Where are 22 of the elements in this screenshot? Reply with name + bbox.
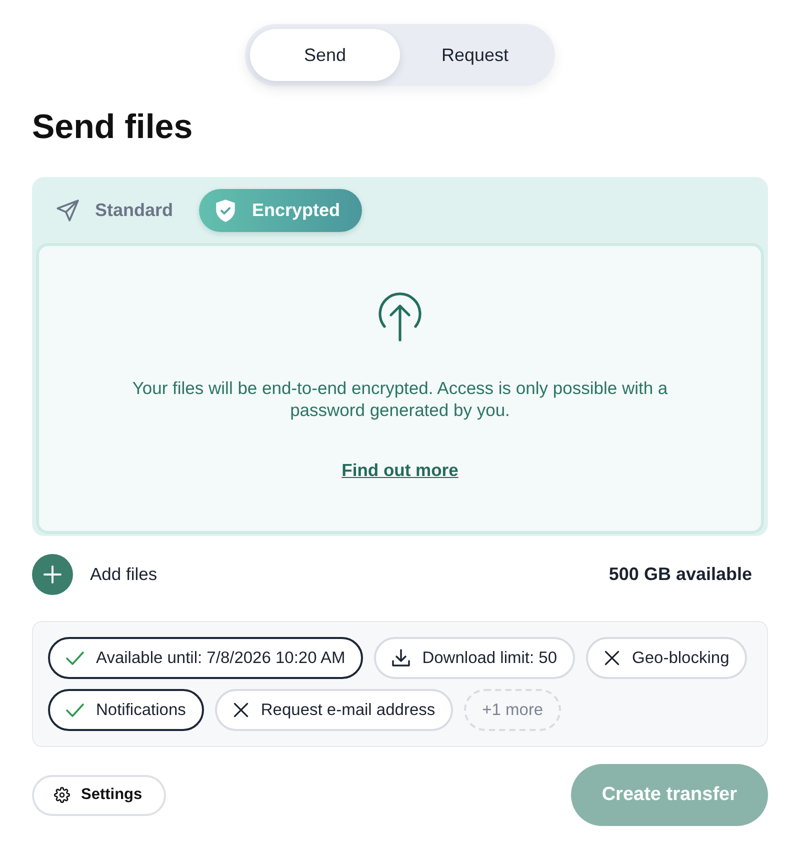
page-title: Send files xyxy=(32,108,194,146)
settings-button[interactable]: Settings xyxy=(32,774,166,816)
option-chip[interactable]: Download limit: 50 xyxy=(374,637,576,679)
plus-icon xyxy=(32,554,73,595)
transfer-type-tab[interactable]: Standard xyxy=(36,188,192,232)
storage-available-text: 500 GB available xyxy=(608,563,752,586)
add-files-button[interactable]: Add files xyxy=(32,554,158,595)
more-options-chip[interactable]: +1 more xyxy=(464,689,562,731)
paper-plane-icon xyxy=(55,198,80,222)
cross-icon xyxy=(603,649,622,667)
mode-tab[interactable]: Request xyxy=(400,29,550,81)
download-icon xyxy=(391,648,412,668)
option-chip[interactable]: Available until: 7/8/2026 10:20 AM xyxy=(48,637,364,679)
option-chip[interactable]: Notifications xyxy=(48,689,204,731)
option-chip[interactable]: Request e-mail address xyxy=(214,689,454,731)
option-chip[interactable]: Geo-blocking xyxy=(586,637,748,679)
mode-tab[interactable]: Send xyxy=(250,29,400,81)
cross-icon xyxy=(232,701,250,719)
gear-icon xyxy=(54,787,70,803)
drop-zone[interactable]: Your files will be end-to-end encrypted. Access is only possible with a password generated by you. Find out more xyxy=(36,243,764,534)
find-out-more-link[interactable]: Find out more xyxy=(342,457,458,484)
info-text: Your files will be end-to-end encrypted. Access is only possible with a password generated by you. xyxy=(131,377,669,421)
